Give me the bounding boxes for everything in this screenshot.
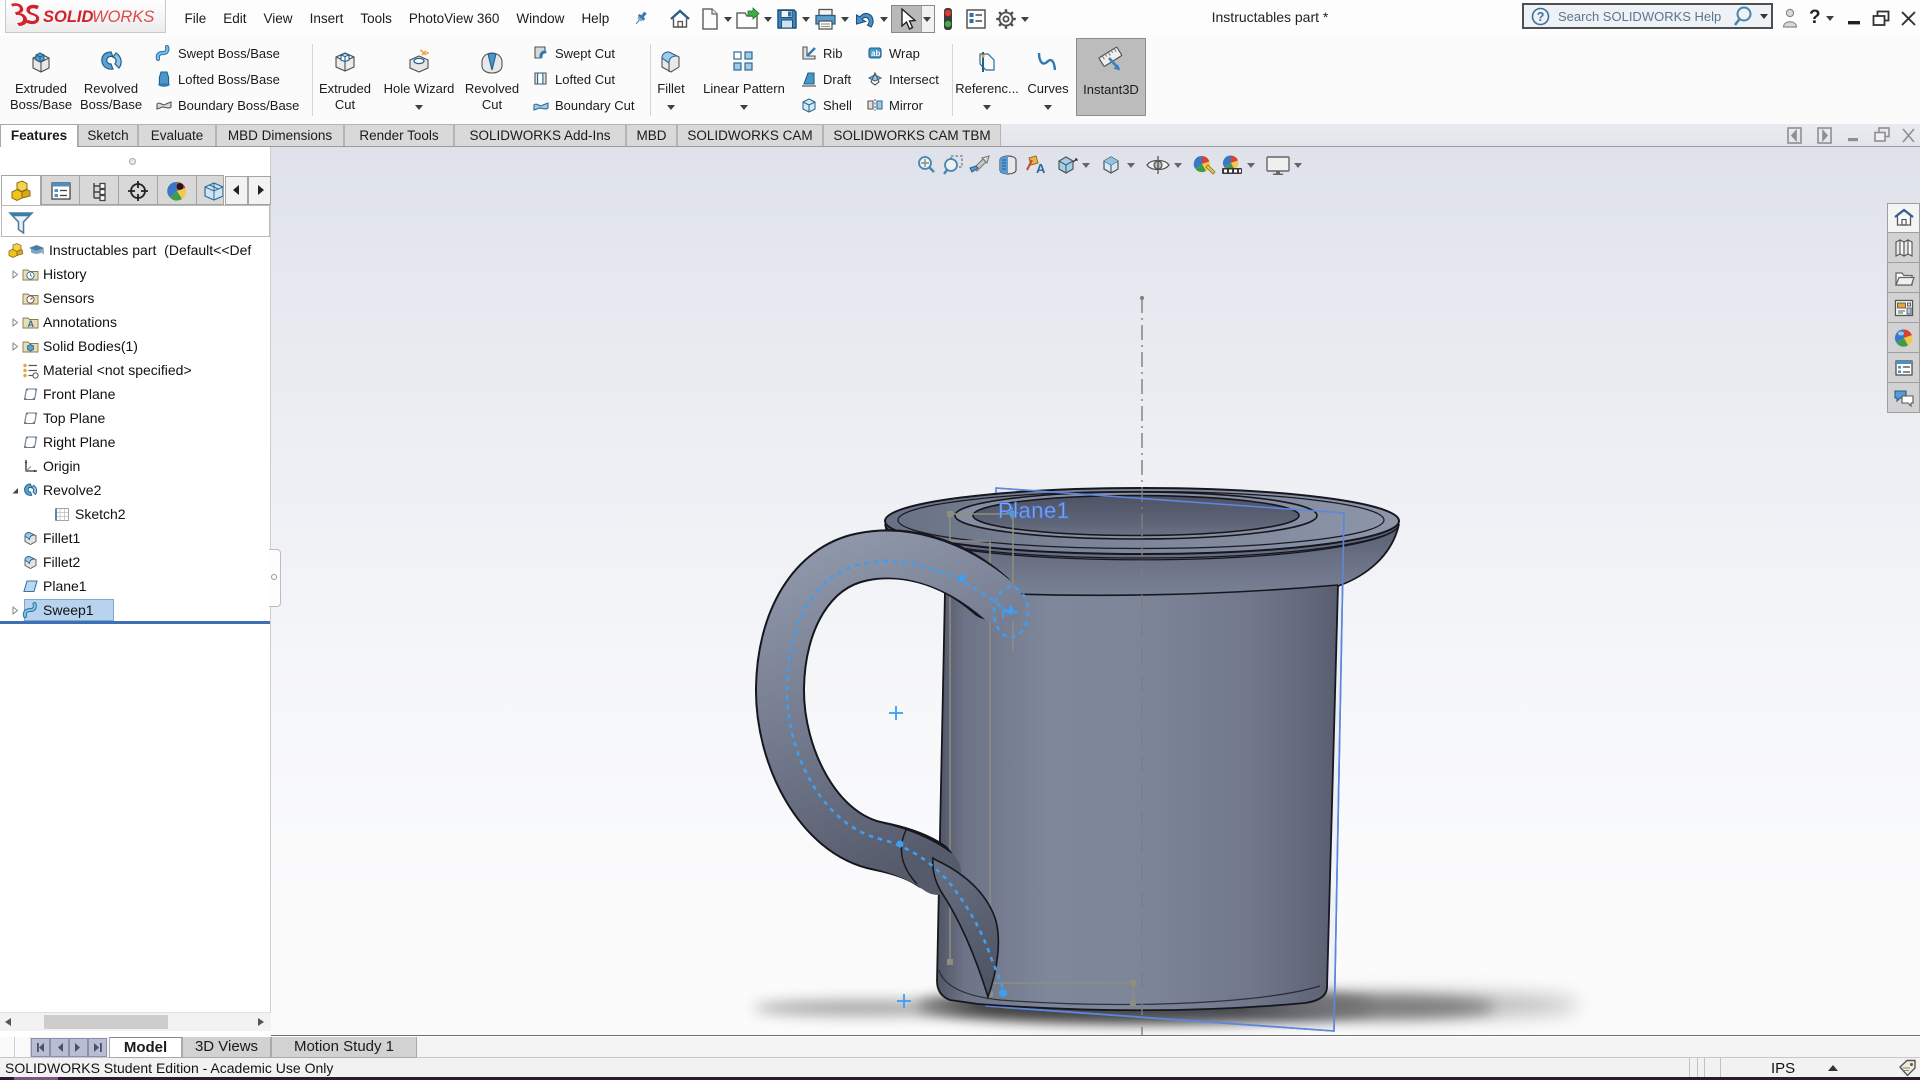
svg-text:A: A bbox=[28, 319, 35, 329]
svg-text:A: A bbox=[1036, 161, 1046, 176]
svg-text:?: ? bbox=[1537, 10, 1545, 24]
svg-text:WORKS: WORKS bbox=[92, 8, 154, 26]
svg-text:SOLID: SOLID bbox=[43, 8, 94, 26]
svg-text:ab: ab bbox=[871, 49, 880, 58]
svg-text:Plane1: Plane1 bbox=[998, 498, 1070, 523]
